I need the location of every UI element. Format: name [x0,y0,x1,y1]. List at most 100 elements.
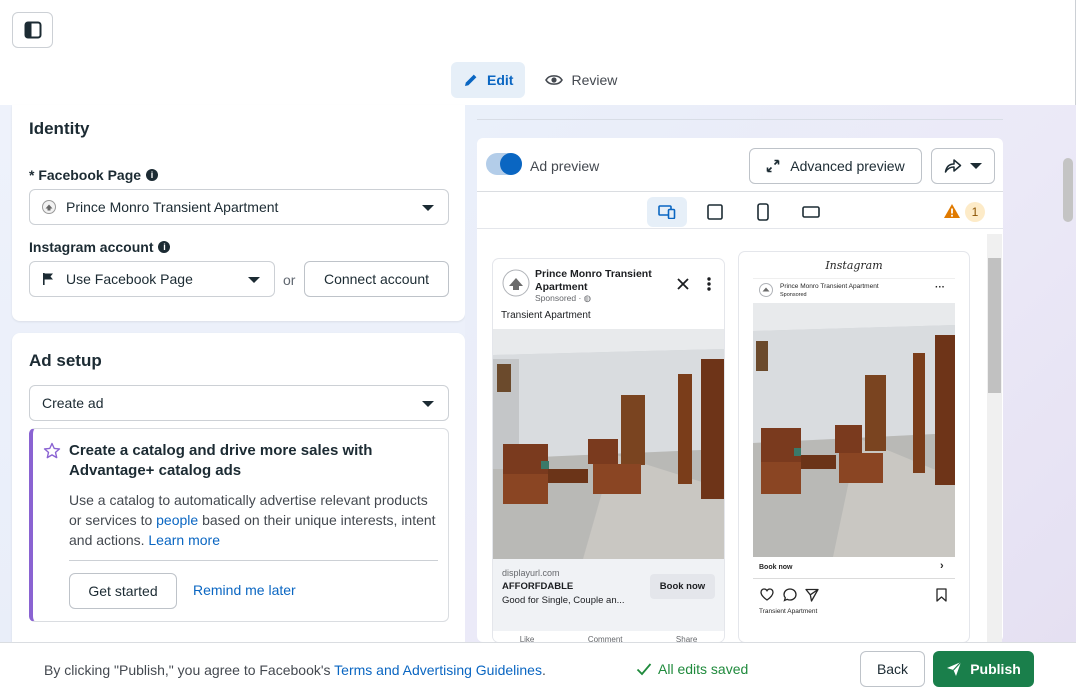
promo-divider [69,560,438,561]
info-icon[interactable]: i [158,241,171,253]
saved-status-text: All edits saved [658,661,749,677]
ad-preview-label: Ad preview [530,158,600,174]
like-action[interactable]: Like [520,635,535,642]
connect-account-button[interactable]: Connect account [304,261,449,297]
globe-icon: ◍ [583,293,592,303]
phone-icon [757,203,769,221]
ad-setup-value: Create ad [42,395,104,411]
tab-review-label: Review [571,72,618,88]
instagram-account-value: Use Facebook Page [66,271,193,287]
back-button[interactable]: Back [860,651,925,687]
ad-setup-select[interactable]: Create ad [29,385,449,421]
instagram-account-label: Instagram account i [29,239,171,255]
publish-button[interactable]: Publish [933,651,1034,687]
ad-preview-toggle[interactable] [486,153,522,175]
divider [477,228,1003,229]
terms-link[interactable]: Terms and Advertising Guidelines [334,662,542,678]
landscape-icon [802,206,820,218]
chevron-down-icon [422,205,434,211]
remind-me-later-link[interactable]: Remind me later [193,582,296,598]
bottom-bar: By clicking "Publish," you agree to Face… [0,642,1076,692]
expand-icon [766,159,780,173]
facebook-page-label-text: * Facebook Page [29,167,142,183]
instagram-account-label-text: Instagram account [29,239,154,255]
fb-ad-sponsored: Sponsored · ◍ [535,293,591,304]
ig-ad-sponsored: Sponsored [780,292,807,298]
tab-edit[interactable]: Edit [451,62,526,98]
fb-ad-display-url: displayurl.com [502,568,560,578]
multi-device-button[interactable] [647,197,687,227]
flag-icon [43,273,53,285]
learn-more-link[interactable]: Learn more [148,532,220,548]
fb-ad-image [493,329,724,559]
fb-ad-primary-text: Transient Apartment [501,310,591,321]
comment-action[interactable]: Comment [588,635,623,642]
facebook-page-select[interactable]: Prince Monro Transient Apartment [29,189,449,225]
fb-ad-cta-area: displayurl.com AFFORFDABLE Good for Sing… [493,559,724,642]
divider [477,119,1003,120]
get-started-button[interactable]: Get started [69,573,177,609]
fb-ad-page-name: Prince Monro Transient Apartment [535,268,652,293]
ad-setup-card: Ad setup Create ad Create a catalog and … [12,333,465,642]
fb-ad-actions: Like Comment Share [493,631,724,642]
page-scrollbar-thumb[interactable] [1063,158,1073,222]
advanced-preview-button[interactable]: Advanced preview [749,148,922,184]
share-arrow-icon [944,159,962,173]
divider [753,278,955,279]
catalog-promo-card: Create a catalog and drive more sales wi… [29,428,449,622]
divider [477,191,1003,192]
publish-label: Publish [970,661,1021,677]
more-options-icon[interactable] [707,277,711,291]
or-text: or [283,272,296,288]
page-avatar-icon [42,200,56,214]
info-icon[interactable]: i [146,169,159,181]
square-icon [707,204,723,220]
ig-ad-image [753,303,955,557]
share-action[interactable]: Share [676,635,697,642]
identity-title: Identity [29,119,90,138]
multi-device-icon [658,205,676,219]
facebook-page-label: * Facebook Page i [29,167,159,183]
fb-ad-sponsored-text: Sponsored · [535,293,584,303]
landscape-format-button[interactable] [791,197,831,227]
advanced-preview-label: Advanced preview [790,158,905,174]
warning-icon[interactable] [943,203,961,219]
terms-suffix: . [541,662,546,678]
device-selector [647,197,831,227]
square-format-button[interactable] [695,197,735,227]
phone-format-button[interactable] [743,197,783,227]
share-dropdown-button[interactable] [931,148,995,184]
comment-icon[interactable] [783,588,797,602]
star-icon [43,442,61,459]
send-icon [947,661,962,676]
ig-ad-cta[interactable]: Book now [759,564,792,571]
eye-icon [545,75,564,85]
promo-title: Create a catalog and drive more sales wi… [69,442,373,479]
bookmark-icon[interactable] [936,588,947,602]
heart-icon[interactable] [760,588,774,601]
ig-ad-caption: Transient Apartment [759,608,818,615]
more-options-icon[interactable]: ··· [935,282,945,293]
fb-ad-cta-button[interactable]: Book now [650,574,715,599]
chevron-down-icon [422,401,434,407]
preview-scrollbar-thumb[interactable] [988,258,1001,393]
ig-ad-page-name: Prince Monro Transient Apartment [780,283,879,290]
fb-ad-headline: AFFORFDABLE [502,581,574,592]
instagram-feed-ad-preview: Instagram Prince Monro Transient Apartme… [739,252,969,642]
ad-setup-title: Ad setup [29,351,102,370]
page-logo-icon [502,269,530,297]
fb-ad-description: Good for Single, Couple an... [502,595,625,606]
close-icon[interactable] [677,278,689,290]
instagram-account-select[interactable]: Use Facebook Page [29,261,275,297]
page-logo-icon [759,283,773,297]
sidebar-toggle-button[interactable] [12,12,53,48]
tab-review[interactable]: Review [533,62,629,98]
terms-text: By clicking "Publish," you agree to Face… [44,662,546,678]
warning-count-badge: 1 [965,202,985,222]
terms-prefix: By clicking "Publish," you agree to Face… [44,662,335,678]
instagram-logo-text: Instagram [825,259,883,272]
people-link[interactable]: people [156,512,198,528]
sidebar-panel-icon [24,21,41,39]
chevron-right-icon[interactable]: › [940,560,944,572]
send-icon[interactable] [805,588,819,602]
